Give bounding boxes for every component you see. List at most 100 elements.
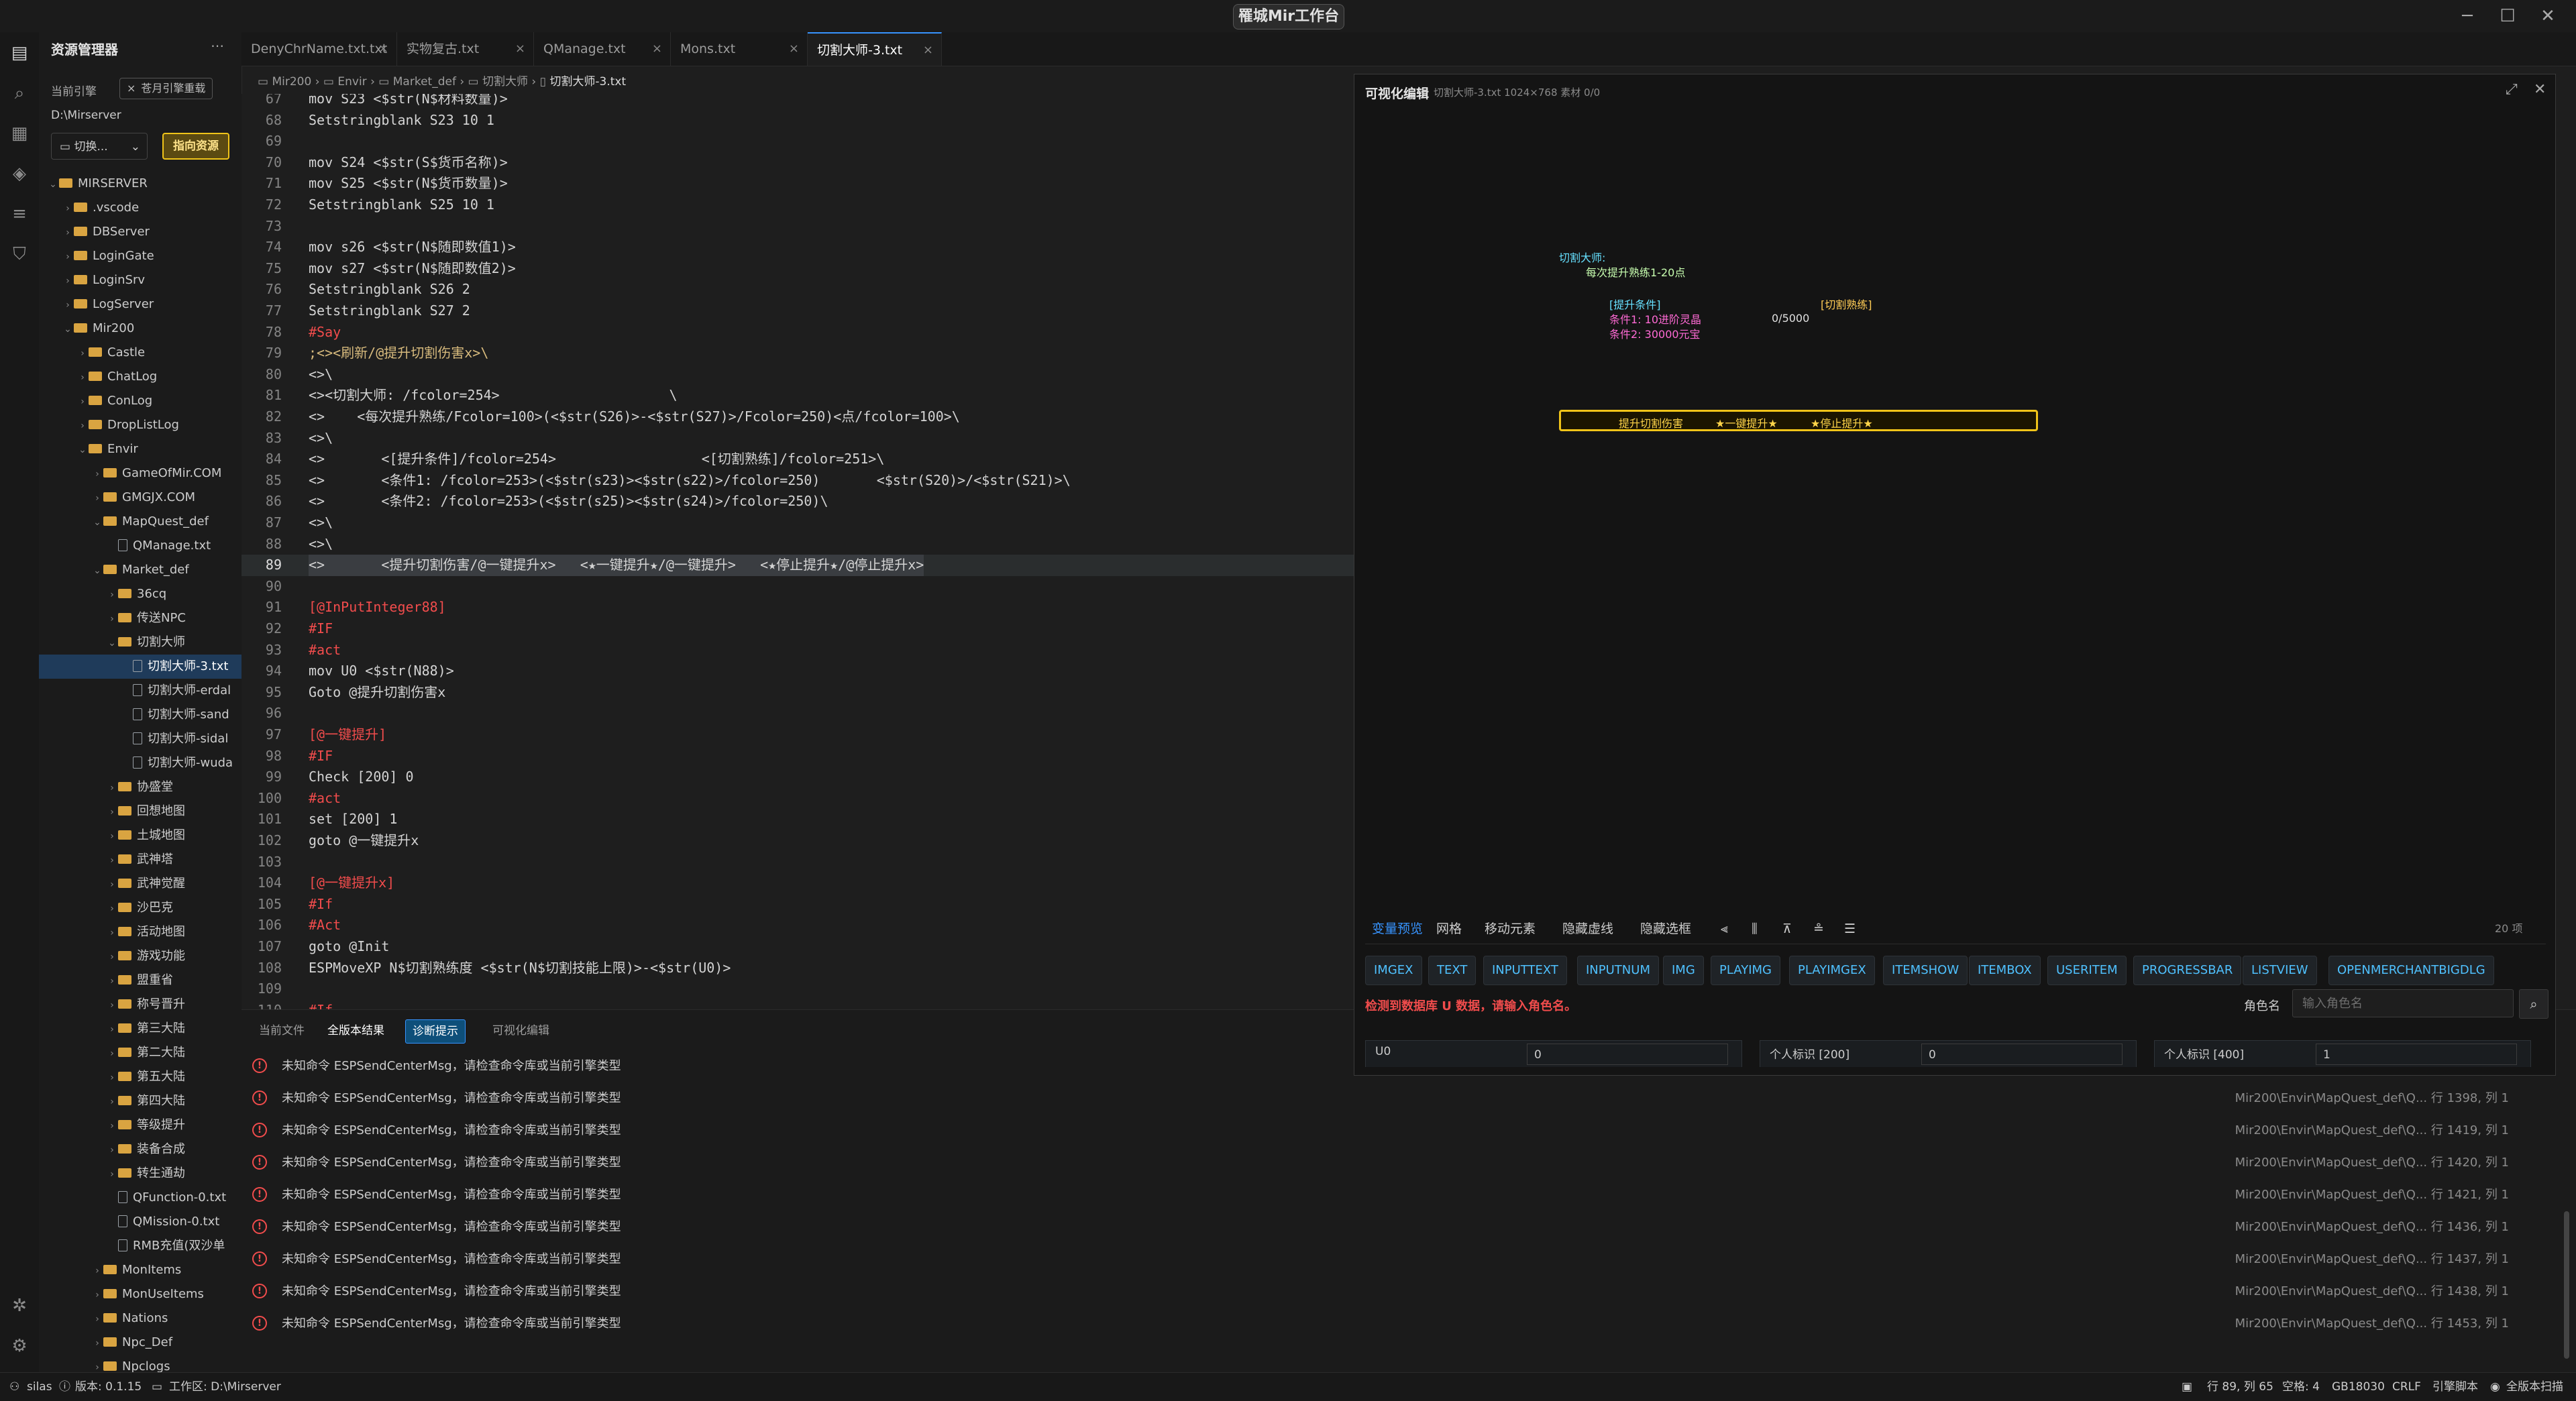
code-line[interactable]: 108 ESPMoveXP N$切割熟练度 <$str(N$切割技能上限)>-<$… xyxy=(241,958,1355,979)
code-line[interactable]: 106 #Act xyxy=(241,915,1355,936)
component-itembox[interactable]: ITEMBOX xyxy=(1969,956,2041,985)
code-line[interactable]: 75 mov s27 <$str(N$随即数值2)> xyxy=(241,258,1355,280)
tab-visual-edit[interactable]: 可视化编辑 xyxy=(486,1019,556,1042)
tab-shiwu[interactable]: 实物复古.txt × xyxy=(397,32,534,66)
explorer-icon[interactable]: ▤ xyxy=(7,40,32,66)
tab-diagnostics[interactable]: 诊断提示 xyxy=(405,1019,466,1044)
tree-folder[interactable]: › ChatLog xyxy=(39,365,241,389)
code-line[interactable]: 80 <>\ xyxy=(241,364,1355,386)
tree-folder[interactable]: › GameOfMir.COM xyxy=(39,461,241,486)
grid-button[interactable]: 网格 xyxy=(1430,914,1468,944)
diagnostic-location[interactable]: Mir200\Envir\MapQuest_def\Q... 行 1419, 列… xyxy=(2235,1115,2509,1147)
code-line[interactable]: 101 set [200] 1 xyxy=(241,809,1355,830)
tree-folder[interactable]: › 等级提升 xyxy=(39,1113,241,1137)
tree-file[interactable]: QMission-0.txt xyxy=(39,1210,241,1234)
diagnostic-location[interactable]: Mir200\Envir\MapQuest_def\Q... 行 1436, 列… xyxy=(2235,1211,2509,1243)
component-progressbar[interactable]: PROGRESSBAR xyxy=(2133,956,2242,985)
component-inputtext[interactable]: INPUTTEXT xyxy=(1483,956,1567,985)
database-icon[interactable]: ≡ xyxy=(7,201,32,227)
var-value-input[interactable]: 1 xyxy=(2316,1044,2517,1065)
component-playimg[interactable]: PLAYIMG xyxy=(1711,956,1780,985)
diagnostic-row[interactable]: ! 未知命令 ESPSendCenterMsg，请检查命令库或当前引擎类型 Mir2… xyxy=(241,1179,2576,1211)
tree-folder[interactable]: › MonItems xyxy=(39,1258,241,1282)
status-spaces[interactable]: 空格: 4 xyxy=(2282,1373,2320,1401)
expand-icon[interactable]: ⤢ xyxy=(2506,81,2518,98)
stop-upgrade-button[interactable]: ★停止提升★ xyxy=(1811,414,1873,431)
diagnostic-row[interactable]: ! 未知命令 ESPSendCenterMsg，请检查命令库或当前引擎类型 Mir2… xyxy=(241,1243,2576,1276)
distribute-icon[interactable]: ☰ xyxy=(1837,914,1862,944)
engine-tag[interactable]: × 苍月引擎重载 xyxy=(119,78,213,99)
tab-all-results[interactable]: 全版本结果 xyxy=(321,1019,391,1042)
tree-file[interactable]: 切割大师-erdal xyxy=(39,679,241,703)
diagnostic-location[interactable]: Mir200\Envir\MapQuest_def\Q... 行 1421, 列… xyxy=(2235,1179,2509,1211)
tree-folder[interactable]: ⌄ Envir xyxy=(39,437,241,461)
tree-folder[interactable]: › 回想地图 xyxy=(39,799,241,824)
code-line[interactable]: 71 mov S25 <$str(N$货币数量)> xyxy=(241,173,1355,194)
tree-folder[interactable]: ⌄ Mir200 xyxy=(39,317,241,341)
tree-folder[interactable]: › 协盛堂 xyxy=(39,775,241,799)
tree-file[interactable]: 切割大师-sand xyxy=(39,703,241,727)
diagnostic-location[interactable]: Mir200\Envir\MapQuest_def\Q... 行 1453, 列… xyxy=(2235,1308,2509,1340)
code-editor[interactable]: 67 mov S23 <$str(N$材料数量)> 68 Setstringblank… xyxy=(241,94,1355,1009)
tree-folder[interactable]: › 盟重省 xyxy=(39,968,241,993)
diagnostic-location[interactable]: Mir200\Envir\MapQuest_def\Q... 行 1437, 列… xyxy=(2235,1243,2509,1276)
align-left-icon[interactable]: ⫷ xyxy=(1714,914,1735,944)
code-line[interactable]: 78 #Say xyxy=(241,322,1355,343)
code-line[interactable]: 89 <> <提升切割伤害/@一键提升x> <★一键提升★/@一键提升> <★停止… xyxy=(241,555,1355,576)
tree-folder[interactable]: › 36cq xyxy=(39,582,241,606)
preview-vars-button[interactable]: 变量预览 xyxy=(1365,914,1430,944)
align-middle-icon[interactable]: ≗ xyxy=(1807,914,1831,944)
code-line[interactable]: 93 #act xyxy=(241,640,1355,661)
tree-folder[interactable]: › 武神塔 xyxy=(39,848,241,872)
code-line[interactable]: 87 <>\ xyxy=(241,512,1355,534)
close-icon[interactable]: × xyxy=(127,82,136,95)
status-workspace[interactable]: 工作区: D:\Mirserver xyxy=(169,1373,281,1401)
tree-folder[interactable]: › 第二大陆 xyxy=(39,1041,241,1065)
tree-folder[interactable]: ⌄ MapQuest_def xyxy=(39,510,241,534)
close-icon[interactable]: × xyxy=(378,32,388,66)
tree-folder[interactable]: › Npclogs xyxy=(39,1355,241,1372)
code-line[interactable]: 69 xyxy=(241,131,1355,152)
code-line[interactable]: 103 xyxy=(241,852,1355,873)
one-key-upgrade-button[interactable]: ★一键提升★ xyxy=(1715,414,1778,431)
tab-qmanage[interactable]: QManage.txt × xyxy=(534,32,671,66)
breadcrumb-item[interactable]: Mir200 xyxy=(272,75,311,89)
diagnostic-row[interactable]: ! 未知命令 ESPSendCenterMsg，请检查命令库或当前引擎类型 Mir2… xyxy=(241,1308,2576,1340)
code-line[interactable]: 77 Setstringblank S27 2 xyxy=(241,300,1355,322)
status-language[interactable]: 引擎脚本 xyxy=(2432,1373,2478,1401)
code-line[interactable]: 96 xyxy=(241,703,1355,724)
tab-denychrname[interactable]: DenyChrName.txt.txt × xyxy=(241,32,397,66)
tab-mons[interactable]: Mons.txt × xyxy=(671,32,808,66)
component-openmerchantbigdlg[interactable]: OPENMERCHANTBIGDLG xyxy=(2328,956,2494,985)
tree-folder[interactable]: › 第五大陆 xyxy=(39,1065,241,1089)
selected-button-row[interactable]: 提升切割伤害 ★一键提升★ ★停止提升★ xyxy=(1559,410,2038,431)
status-user[interactable]: silas xyxy=(27,1373,52,1401)
component-inputnum[interactable]: INPUTNUM xyxy=(1577,956,1659,985)
code-line[interactable]: 82 <> <每次提升熟练/Fcolor=100>(<$str(S26)>-<$s… xyxy=(241,406,1355,428)
code-line[interactable]: 107 goto @Init xyxy=(241,936,1355,958)
tree-folder[interactable]: › 第四大陆 xyxy=(39,1089,241,1113)
code-line[interactable]: 104 [@一键提升x] xyxy=(241,873,1355,894)
code-line[interactable]: 76 Setstringblank S26 2 xyxy=(241,279,1355,300)
tree-folder[interactable]: › 传送NPC xyxy=(39,606,241,630)
code-line[interactable]: 88 <>\ xyxy=(241,534,1355,555)
switch-dropdown[interactable]: ▭ 切换... ⌄ xyxy=(51,133,148,160)
tree-folder[interactable]: › LoginGate xyxy=(39,244,241,268)
code-line[interactable]: 99 Check [200] 0 xyxy=(241,767,1355,788)
code-line[interactable]: 83 <>\ xyxy=(241,428,1355,449)
code-line[interactable]: 86 <> <条件2: /fcolor=253>(<$str(s25)><$str… xyxy=(241,491,1355,512)
more-icon[interactable]: ⋯ xyxy=(211,38,224,54)
code-line[interactable]: 98 #IF xyxy=(241,746,1355,767)
code-line[interactable]: 97 [@一键提升] xyxy=(241,724,1355,746)
layout-icon[interactable]: ▣ xyxy=(2182,1373,2192,1401)
tree-folder[interactable]: ⌄ MIRSERVER xyxy=(39,172,241,196)
breadcrumb-item[interactable]: 切割大师-3.txt xyxy=(549,75,626,89)
scrollbar[interactable] xyxy=(2564,1211,2569,1359)
component-useritem[interactable]: USERITEM xyxy=(2047,956,2127,985)
breadcrumb-item[interactable]: 切割大师 xyxy=(482,75,528,89)
code-line[interactable]: 90 xyxy=(241,576,1355,598)
component-text[interactable]: TEXT xyxy=(1428,956,1477,985)
code-line[interactable]: 95 Goto @提升切割伤害x xyxy=(241,682,1355,704)
search-icon[interactable]: ⌕ xyxy=(2519,989,2548,1019)
maximize-button[interactable]: ☐ xyxy=(2487,3,2528,30)
